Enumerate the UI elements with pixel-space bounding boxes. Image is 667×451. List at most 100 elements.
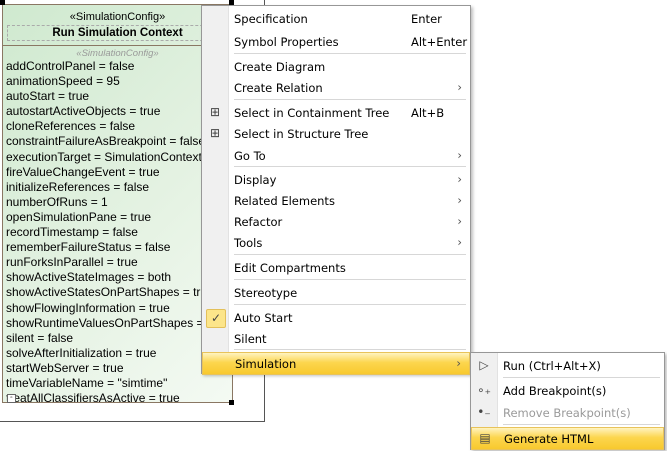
property-item[interactable]: silent = false	[6, 331, 232, 346]
property-item[interactable]: animationSpeed = 95	[6, 74, 232, 89]
menu-separator	[503, 424, 660, 425]
menu-item-label: Select in Containment Tree	[234, 106, 390, 120]
menu-separator	[234, 99, 466, 100]
menu-item-label: Related Elements	[234, 194, 335, 208]
property-item[interactable]: runForksInParallel = true	[6, 255, 232, 270]
menu-separator	[234, 349, 466, 350]
menu-item-label: Remove Breakpoint(s)	[503, 406, 631, 420]
menu-item-label: Create Diagram	[234, 60, 326, 74]
compartment-stereotype: «SimulationConfig»	[76, 48, 159, 59]
divider	[3, 45, 232, 46]
run-icon: ▷	[479, 358, 489, 372]
menu-item-label: Select in Structure Tree	[234, 127, 369, 141]
property-item[interactable]: addControlPanel = false	[6, 59, 232, 74]
submenu-item-run-ctrl-alt-x-[interactable]: Run (Ctrl+Alt+X) ▷	[471, 355, 664, 376]
menu-item-label: Stereotype	[234, 286, 298, 300]
class-name[interactable]: Run Simulation Context	[7, 25, 228, 41]
chevron-right-icon: ›	[457, 193, 462, 207]
add-breakpoint-icon: ∘₊	[477, 383, 491, 397]
menu-item-specification[interactable]: Specification Enter	[202, 8, 470, 29]
property-item[interactable]: openSimulationPane = true	[6, 210, 232, 225]
expand-icon[interactable]: ▫	[7, 394, 16, 403]
property-item[interactable]: startWebServer = true	[6, 361, 232, 376]
chevron-right-icon: ›	[457, 172, 462, 186]
stereotype-label: «SimulationConfig»	[69, 11, 166, 23]
menu-item-edit-compartments[interactable]: Edit Compartments	[202, 257, 470, 278]
menu-item-stereotype[interactable]: Stereotype	[202, 282, 470, 303]
menu-separator	[503, 377, 660, 378]
shortcut-label: Alt+B	[411, 106, 445, 120]
menu-item-refactor[interactable]: Refactor ›	[202, 211, 470, 232]
property-item[interactable]: showRuntimeValuesOnPartShapes = true	[6, 316, 232, 331]
menu-item-create-diagram[interactable]: Create Diagram	[202, 56, 470, 77]
property-item[interactable]: fireValueChangeEvent = true	[6, 165, 232, 180]
containment-tree-icon: ⊞	[209, 105, 221, 119]
property-item[interactable]: autostartActiveObjects = true	[6, 104, 232, 119]
menu-item-select-in-containment-tree[interactable]: Select in Containment Tree Alt+B ⊞	[202, 102, 470, 123]
menu-item-label: Create Relation	[234, 81, 323, 95]
menu-item-display[interactable]: Display ›	[202, 169, 470, 190]
property-item[interactable]: showActiveStatesOnPartShapes = true	[6, 285, 232, 300]
shortcut-label: Enter	[411, 12, 442, 26]
menu-separator	[234, 53, 466, 54]
property-item[interactable]: executionTarget = SimulationContext	[6, 150, 232, 165]
menu-item-tools[interactable]: Tools ›	[202, 232, 470, 253]
menu-item-silent[interactable]: Silent	[202, 328, 470, 349]
menu-item-simulation[interactable]: Simulation ›	[202, 352, 470, 375]
shortcut-label: Alt+Enter	[411, 35, 468, 49]
property-item[interactable]: constraintFailureAsBreakpoint = false	[6, 134, 232, 149]
submenu-item-generate-html[interactable]: Generate HTML ▤	[471, 427, 664, 450]
menu-item-select-in-structure-tree[interactable]: Select in Structure Tree ⊞	[202, 123, 470, 144]
property-list: addControlPanel = false animationSpeed = …	[3, 59, 232, 406]
chevron-right-icon: ›	[457, 235, 462, 249]
selection-handle[interactable]	[229, 400, 234, 405]
menu-item-label: Simulation	[235, 357, 297, 371]
property-item[interactable]: autoStart = true	[6, 89, 232, 104]
chevron-right-icon: ›	[456, 356, 461, 370]
check-icon: ✓	[206, 309, 226, 328]
menu-separator	[234, 254, 466, 255]
menu-item-label: Refactor	[234, 215, 283, 229]
menu-item-label: Edit Compartments	[234, 261, 346, 275]
submenu-item-add-breakpoint-s-[interactable]: Add Breakpoint(s) ∘₊	[471, 380, 664, 401]
chevron-right-icon: ›	[457, 80, 462, 94]
menu-item-label: Display	[234, 173, 277, 187]
property-item[interactable]: treatAllClassifiersAsActive = true	[6, 391, 232, 406]
property-item[interactable]: showActiveStateImages = both	[6, 270, 232, 285]
chevron-right-icon: ›	[457, 214, 462, 228]
menu-item-label: Tools	[234, 236, 263, 250]
property-item[interactable]: rememberFailureStatus = false	[6, 240, 232, 255]
menu-item-auto-start[interactable]: Auto Start ✓	[202, 307, 470, 328]
menu-item-label: Specification	[234, 12, 308, 26]
menu-item-label: Auto Start	[234, 311, 293, 325]
property-item[interactable]: initializeReferences = false	[6, 180, 232, 195]
menu-item-label: Generate HTML	[504, 432, 594, 446]
context-menu: Specification Enter Symbol Properties Alt+E…	[201, 5, 471, 375]
property-item[interactable]: numberOfRuns = 1	[6, 195, 232, 210]
menu-separator	[234, 166, 466, 167]
menu-item-go-to[interactable]: Go To ›	[202, 145, 470, 166]
structure-tree-icon: ⊞	[209, 126, 221, 140]
property-item[interactable]: solveAfterInitialization = true	[6, 346, 232, 361]
menu-item-label: Silent	[234, 332, 267, 346]
menu-item-label: Run (Ctrl+Alt+X)	[503, 359, 601, 373]
chevron-right-icon: ›	[457, 148, 462, 162]
menu-item-related-elements[interactable]: Related Elements ›	[202, 190, 470, 211]
menu-item-symbol-properties[interactable]: Symbol Properties Alt+Enter	[202, 31, 470, 52]
property-item[interactable]: recordTimestamp = false	[6, 225, 232, 240]
selection-handle[interactable]	[0, 0, 5, 5]
menu-item-label: Symbol Properties	[234, 35, 339, 49]
submenu-item-remove-breakpoint-s-: Remove Breakpoint(s) •₋	[471, 402, 664, 423]
class-shape-run-simulation-context[interactable]: «SimulationConfig» Run Simulation Contex…	[2, 4, 233, 406]
menu-item-create-relation[interactable]: Create Relation ›	[202, 77, 470, 98]
menu-separator	[234, 279, 466, 280]
html-icon: ▤	[479, 431, 491, 445]
menu-item-label: Add Breakpoint(s)	[503, 384, 607, 398]
menu-separator	[234, 304, 466, 305]
property-item[interactable]: cloneReferences = false	[6, 119, 232, 134]
property-item[interactable]: timeVariableName = "simtime"	[6, 376, 232, 391]
menu-item-label: Go To	[234, 149, 266, 163]
property-item[interactable]: showFlowingInformation = true	[6, 301, 232, 316]
simulation-submenu: Run (Ctrl+Alt+X) ▷ Add Breakpoint(s) ∘₊ Remo…	[470, 352, 665, 450]
remove-breakpoint-icon: •₋	[477, 405, 491, 419]
